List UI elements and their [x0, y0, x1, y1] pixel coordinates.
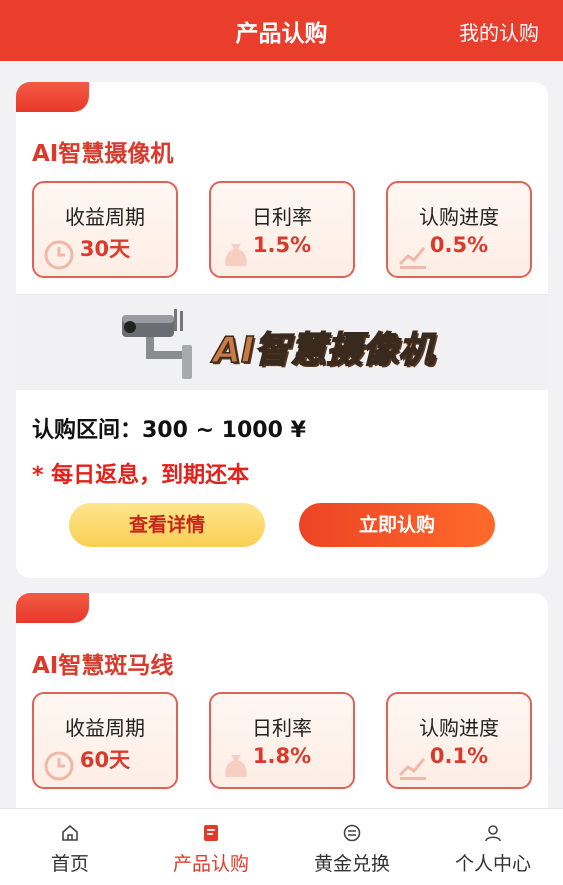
- stat-progress: 认购进度 0.1%: [386, 692, 532, 789]
- stat-label: 收益周期: [65, 205, 145, 229]
- stat-label: 认购进度: [419, 205, 499, 229]
- clock-icon: [42, 238, 76, 272]
- card-corner-tag: [16, 593, 89, 623]
- user-icon: [423, 823, 563, 843]
- product-name: AI智慧斑马线: [32, 653, 174, 679]
- subscribe-now-button[interactable]: 立即认购: [299, 503, 495, 547]
- camera-icon: [116, 301, 198, 383]
- stat-period: 收益周期 60天: [32, 692, 178, 789]
- product-banner: AI智慧摄像机: [16, 294, 548, 390]
- trend-chart-icon: [396, 749, 430, 783]
- stat-label: 日利率: [252, 716, 312, 740]
- stat-period: 收益周期 30天: [32, 181, 178, 278]
- tab-label: 首页: [50, 853, 89, 875]
- tab-label: 个人中心: [454, 853, 531, 875]
- stat-daily-rate: 日利率 1.8%: [209, 692, 355, 789]
- product-card: AI智慧斑马线 收益周期 60天 日利率 1.8% 认购进度 0.1%: [16, 593, 548, 833]
- banner-title: AI智慧摄像机: [212, 329, 435, 372]
- my-subscriptions-link[interactable]: 我的认购: [459, 17, 539, 46]
- tab-label: 产品认购: [172, 853, 249, 875]
- tab-label: 黄金兑换: [313, 853, 390, 875]
- top-header: 产品认购 我的认购: [0, 0, 563, 61]
- tab-home[interactable]: 首页: [0, 809, 140, 885]
- stat-label: 收益周期: [65, 716, 145, 740]
- card-corner-tag: [16, 82, 89, 112]
- return-note: * 每日返息，到期还本: [32, 463, 250, 488]
- stat-progress: 认购进度 0.5%: [386, 181, 532, 278]
- product-icon: [141, 823, 281, 843]
- tab-gold-exchange[interactable]: 黄金兑换: [282, 809, 422, 885]
- stat-label: 日利率: [252, 205, 312, 229]
- exchange-icon: [282, 823, 422, 843]
- clock-icon: [42, 749, 76, 783]
- money-bag-icon: [219, 238, 253, 272]
- stat-daily-rate: 日利率 1.5%: [209, 181, 355, 278]
- money-bag-icon: [219, 749, 253, 783]
- tab-profile[interactable]: 个人中心: [423, 809, 563, 885]
- subscription-range: 认购区间：300 ~ 1000 ¥: [32, 418, 306, 443]
- stat-label: 认购进度: [419, 716, 499, 740]
- trend-chart-icon: [396, 238, 430, 272]
- bottom-tab-bar: 首页 产品认购 黄金兑换 个人中心: [0, 808, 563, 885]
- view-details-button[interactable]: 查看详情: [69, 503, 265, 547]
- home-icon: [0, 823, 140, 843]
- product-card: AI智慧摄像机 收益周期 30天 日利率 1.5% 认购进度 0.5% AI智慧…: [16, 82, 548, 578]
- product-name: AI智慧摄像机: [32, 141, 174, 167]
- tab-products[interactable]: 产品认购: [141, 809, 281, 885]
